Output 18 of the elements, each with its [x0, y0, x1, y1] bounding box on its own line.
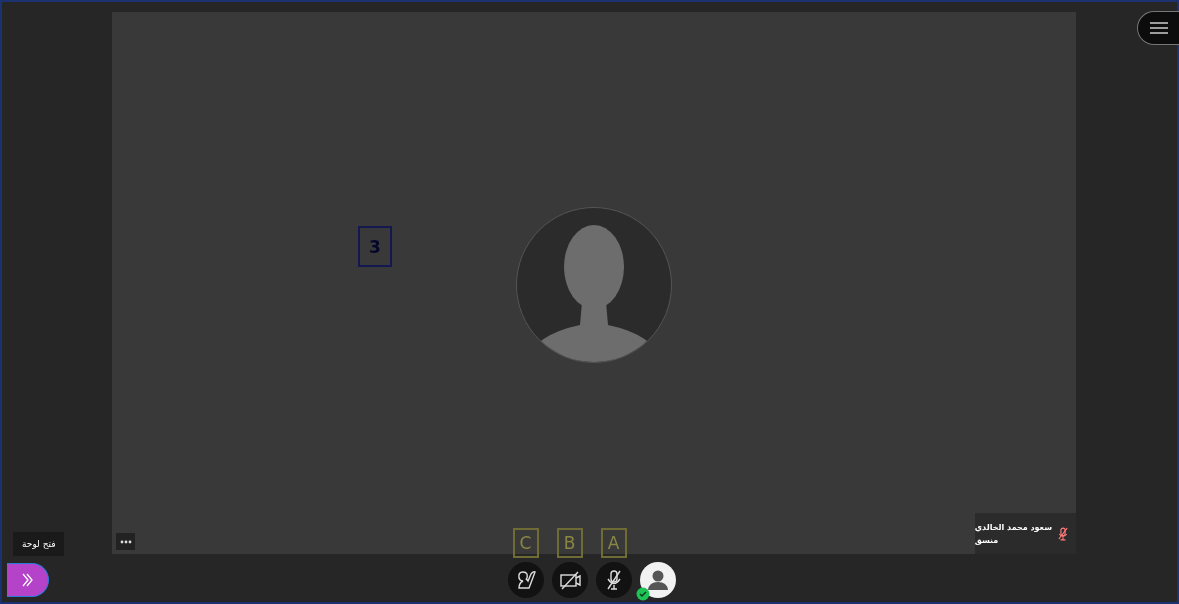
open-panel-button[interactable]: [7, 563, 49, 597]
user-silhouette-icon: [516, 207, 672, 363]
user-avatar-icon[interactable]: [639, 562, 676, 598]
menu-icon: [1148, 22, 1169, 34]
tooltip: فتح لوحة: [13, 532, 65, 556]
more-icon: [119, 539, 132, 544]
annotation-marker: C: [512, 528, 539, 558]
more-options-button[interactable]: [116, 533, 135, 550]
menu-button[interactable]: [1137, 11, 1179, 45]
annotation-marker: A: [600, 528, 627, 558]
double-chevron-icon: [21, 573, 34, 587]
share-button[interactable]: [507, 562, 544, 598]
camera-button[interactable]: [551, 562, 588, 598]
camera-off-icon: [558, 569, 581, 591]
participant-role: منسق: [974, 534, 999, 547]
participant-name: سعود محمد الخالدي: [974, 521, 1052, 534]
microphone-button[interactable]: [595, 562, 632, 598]
annotation-marker: B: [556, 528, 583, 558]
